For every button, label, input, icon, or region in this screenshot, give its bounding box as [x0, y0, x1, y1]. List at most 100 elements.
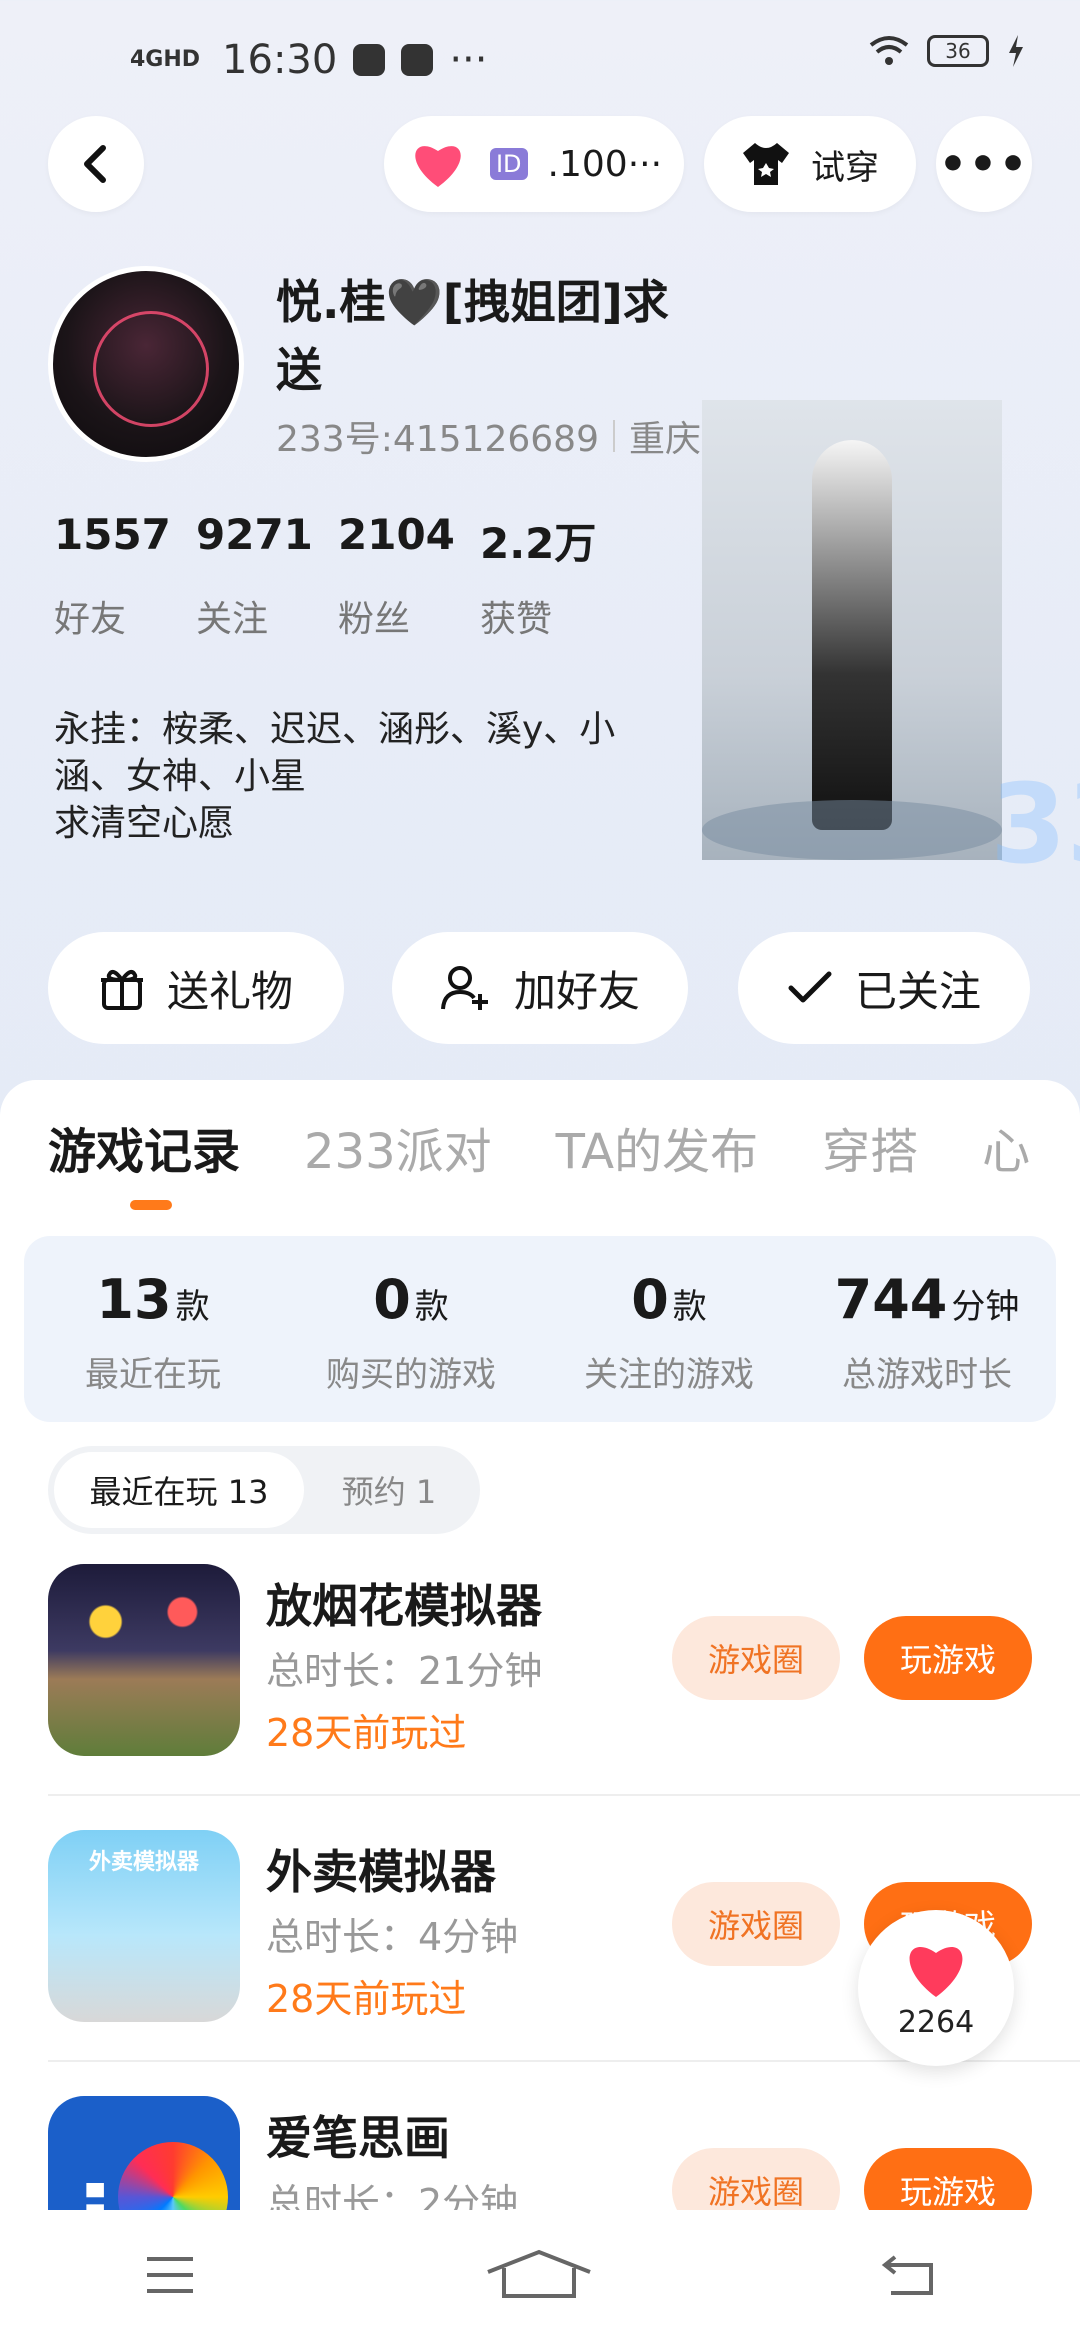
summary-unit: 款 [672, 1287, 707, 1327]
stat-value: 9271 [196, 510, 313, 559]
like-floating-button[interactable]: 2264 [858, 1910, 1014, 2066]
game-duration: 总时长：4分钟 [266, 1915, 519, 1959]
stat-value: 2.2万 [480, 519, 597, 568]
play-game-button[interactable]: 玩游戏 [864, 2148, 1032, 2210]
heart-icon [909, 1946, 963, 1997]
send-gift-button[interactable]: 送礼物 [48, 932, 344, 1044]
bio-line: 永挂：桉柔、迟迟、涵彤、溪y、小 [54, 709, 616, 750]
avatar-character-image[interactable] [702, 400, 1002, 860]
summary-purchased[interactable]: 0款 购买的游戏 [282, 1236, 540, 1422]
game-filter-segment: 最近在玩 13 预约 1 [48, 1446, 480, 1534]
id-badge-icon: ID [489, 148, 528, 180]
system-nav-bar [0, 2210, 1080, 2340]
summary-unit: 分钟 [951, 1287, 1020, 1327]
fireworks-game-icon[interactable] [48, 1564, 240, 1756]
id-number-button[interactable]: ID .100··· [384, 116, 684, 212]
status-left: 4GHD 16:30 ··· [130, 37, 487, 83]
segment-reserve[interactable]: 预约 1 [304, 1452, 474, 1528]
add-friend-button[interactable]: 加好友 [392, 932, 688, 1044]
icon-caption: 外卖模拟器 [88, 1850, 199, 1875]
stat-label: 粉丝 [338, 599, 411, 640]
more-notifications: ··· [449, 37, 488, 83]
gift-icon [100, 969, 143, 1010]
tab-game-records[interactable]: 游戏记录 [48, 1112, 240, 1182]
summary-label: 最近在玩 [85, 1355, 221, 1395]
stat-likes[interactable]: 2.2万 获赞 [480, 510, 622, 642]
game-title: 外卖模拟器 [266, 1845, 496, 1899]
game-title: 放烟花模拟器 [266, 1579, 542, 1633]
summary-value: 0 [373, 1268, 411, 1331]
back-arrow-icon [84, 145, 106, 183]
back-nav-icon[interactable] [881, 2251, 937, 2299]
game-circle-button[interactable]: 游戏圈 [672, 1882, 840, 1966]
battery-indicator: 36 [927, 35, 989, 67]
stat-value: 2104 [338, 510, 455, 559]
profile-stats: 1557 好友 9271 关注 2104 粉丝 2.2万 获赞 [54, 510, 622, 642]
character-figure [812, 440, 892, 830]
tab-wishes[interactable]: 心 [982, 1112, 1030, 1182]
game-circle-button[interactable]: 游戏圈 [672, 1616, 840, 1700]
letter-i: i [78, 2166, 112, 2210]
game-circle-button[interactable]: 游戏圈 [672, 2148, 840, 2210]
more-dots-icon: ••• [938, 138, 1030, 190]
stat-label: 好友 [54, 599, 127, 640]
followed-button[interactable]: 已关注 [738, 932, 1030, 1044]
wifi-icon [869, 36, 909, 65]
summary-followed[interactable]: 0款 关注的游戏 [540, 1236, 798, 1422]
add-friend-label: 加好友 [513, 966, 640, 1016]
delivery-game-icon[interactable]: 外卖模拟器 [48, 1830, 240, 2022]
row-divider [48, 1794, 1080, 1796]
status-time: 16:30 [222, 37, 338, 83]
decorative-33-logo: 33 [990, 760, 1080, 888]
summary-value: 0 [631, 1268, 669, 1331]
character-platform [702, 800, 1002, 860]
try-on-label: 试穿 [811, 147, 879, 188]
paint-app-icon[interactable]: i [48, 2096, 240, 2210]
stat-label: 获赞 [480, 599, 553, 640]
location: 重庆 [628, 419, 701, 460]
menu-icon[interactable] [143, 2253, 197, 2297]
network-indicator: 4GHD [130, 47, 201, 72]
active-tab-indicator [130, 1200, 172, 1210]
segment-recent[interactable]: 最近在玩 13 [54, 1452, 304, 1528]
send-gift-label: 送礼物 [166, 966, 293, 1016]
stat-label: 关注 [196, 599, 269, 640]
user-id[interactable]: 233号:415126689 [276, 410, 599, 462]
tab-posts[interactable]: TA的发布 [556, 1112, 758, 1182]
tab-outfits[interactable]: 穿搭 [822, 1112, 918, 1182]
summary-total-time[interactable]: 744 分钟 总游戏时长 [798, 1236, 1056, 1422]
tab-233-party[interactable]: 233派对 [304, 1112, 492, 1182]
game-row[interactable]: i 爱笔思画 总时长：2分钟 游戏圈 玩游戏 [48, 2096, 1080, 2210]
summary-unit: 款 [175, 1287, 210, 1327]
like-count: 2264 [897, 2004, 975, 2040]
summary-recent[interactable]: 13 款 最近在玩 [24, 1236, 282, 1422]
stat-friends[interactable]: 1557 好友 [54, 510, 196, 642]
bio-line: 涵、女神、小星 [54, 756, 307, 797]
try-on-button[interactable]: 试穿 [704, 116, 916, 212]
media-notification-icon [401, 44, 434, 76]
status-right: 36 [869, 35, 1025, 67]
play-game-button[interactable]: 玩游戏 [864, 1616, 1032, 1700]
game-summary: 13 款 最近在玩 0款 购买的游戏 0款 关注的游戏 744 分钟 总游戏时长 [24, 1236, 1056, 1422]
bio: 永挂：桉柔、迟迟、涵彤、溪y、小 涵、女神、小星 求清空心愿 [54, 706, 714, 847]
id-number-label: .100··· [547, 143, 663, 185]
more-button[interactable]: ••• [936, 116, 1032, 212]
summary-label: 购买的游戏 [326, 1355, 496, 1395]
followed-label: 已关注 [854, 966, 981, 1016]
back-button[interactable] [48, 116, 144, 212]
summary-unit: 款 [414, 1287, 449, 1327]
summary-value: 13 [96, 1268, 172, 1331]
summary-label: 关注的游戏 [584, 1355, 754, 1395]
profile-tabs: 游戏记录 233派对 TA的发布 穿搭 心 [48, 1112, 1030, 1182]
charging-icon [1009, 35, 1023, 67]
stat-following[interactable]: 9271 关注 [196, 510, 338, 642]
avatar[interactable] [48, 266, 244, 462]
summary-label: 总游戏时长 [842, 1355, 1012, 1395]
home-icon[interactable] [484, 2248, 594, 2302]
game-title: 爱笔思画 [266, 2111, 450, 2165]
game-last-played: 28天前玩过 [266, 1711, 467, 1755]
game-row[interactable]: 放烟花模拟器 总时长：21分钟 28天前玩过 游戏圈 玩游戏 [48, 1564, 1080, 1764]
stat-fans[interactable]: 2104 粉丝 [338, 510, 480, 642]
check-icon [788, 971, 832, 1003]
game-duration: 总时长：2分钟 [266, 2181, 519, 2210]
